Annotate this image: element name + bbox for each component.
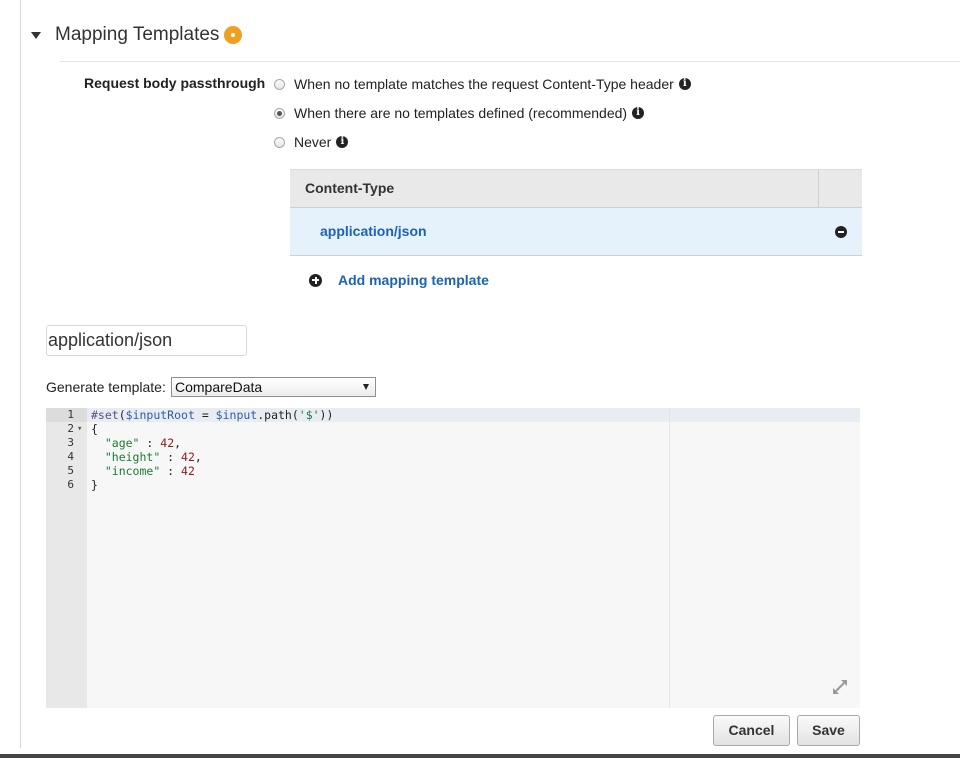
generate-template-select[interactable]: CompareData: [171, 377, 376, 397]
cancel-button[interactable]: Cancel: [713, 715, 790, 746]
line-number: 4: [67, 450, 74, 463]
section-title: Mapping Templates: [55, 24, 220, 45]
generate-template-selected-value: CompareData: [175, 379, 263, 395]
radio-never[interactable]: [274, 136, 285, 148]
line-number: 5: [67, 464, 74, 477]
status-dot-icon: [224, 26, 243, 44]
info-icon[interactable]: i: [678, 78, 691, 90]
content-type-column-header: Content-Type: [305, 180, 395, 196]
code-line[interactable]: #set($inputRoot = $input.path('$')): [91, 408, 333, 422]
code-line[interactable]: "height" : 42,: [91, 450, 202, 464]
info-icon[interactable]: i: [336, 136, 349, 148]
passthrough-label: Request body passthrough: [84, 75, 266, 91]
line-number: 3: [67, 436, 74, 449]
passthrough-option-no-match[interactable]: When no template matches the request Con…: [274, 74, 691, 94]
line-number: 6: [67, 478, 74, 491]
select-arrow-icon: [363, 384, 369, 390]
info-icon[interactable]: i: [632, 107, 645, 119]
generate-template-label: Generate template:: [46, 379, 166, 395]
caret-down-icon[interactable]: [31, 31, 41, 39]
fold-arrow-icon[interactable]: ▾: [77, 422, 82, 436]
passthrough-option-never[interactable]: Never i: [274, 132, 349, 152]
add-mapping-template-label[interactable]: Add mapping template: [338, 272, 489, 288]
line-number: 2: [67, 422, 74, 435]
column-divider: [818, 170, 819, 209]
passthrough-option-label: Never: [294, 134, 332, 150]
content-type-input[interactable]: [46, 325, 247, 356]
add-mapping-template-link[interactable]: Add mapping template: [309, 270, 489, 290]
code-line[interactable]: "age" : 42,: [91, 436, 181, 450]
left-border: [20, 0, 21, 748]
table-header: Content-Type: [290, 169, 862, 209]
passthrough-option-label: When no template matches the request Con…: [294, 76, 674, 92]
bottom-border: [0, 754, 960, 758]
code-line[interactable]: {: [91, 422, 98, 436]
mapping-templates-header[interactable]: Mapping Templates: [28, 22, 243, 48]
radio-no-match[interactable]: [274, 78, 285, 90]
content-type-table: Content-Type application/json: [290, 169, 862, 257]
radio-no-templates[interactable]: [274, 107, 285, 119]
save-button[interactable]: Save: [797, 715, 860, 746]
code-line[interactable]: }: [91, 478, 98, 492]
code-line[interactable]: "income" : 42: [91, 464, 195, 478]
plus-circle-icon[interactable]: [309, 273, 322, 287]
expand-icon[interactable]: [829, 676, 851, 698]
content-type-link[interactable]: application/json: [320, 223, 427, 239]
header-divider: [60, 61, 960, 62]
minus-circle-icon[interactable]: [835, 226, 847, 238]
print-margin: [669, 408, 670, 708]
line-number: 1: [67, 408, 74, 421]
code-editor[interactable]: 1 2 ▾ 3 4 5 6 #set($inputRoot = $input.p…: [46, 408, 860, 708]
table-row[interactable]: application/json: [290, 208, 862, 256]
passthrough-option-label: When there are no templates defined (rec…: [294, 105, 628, 121]
passthrough-option-no-templates[interactable]: When there are no templates defined (rec…: [274, 103, 645, 123]
